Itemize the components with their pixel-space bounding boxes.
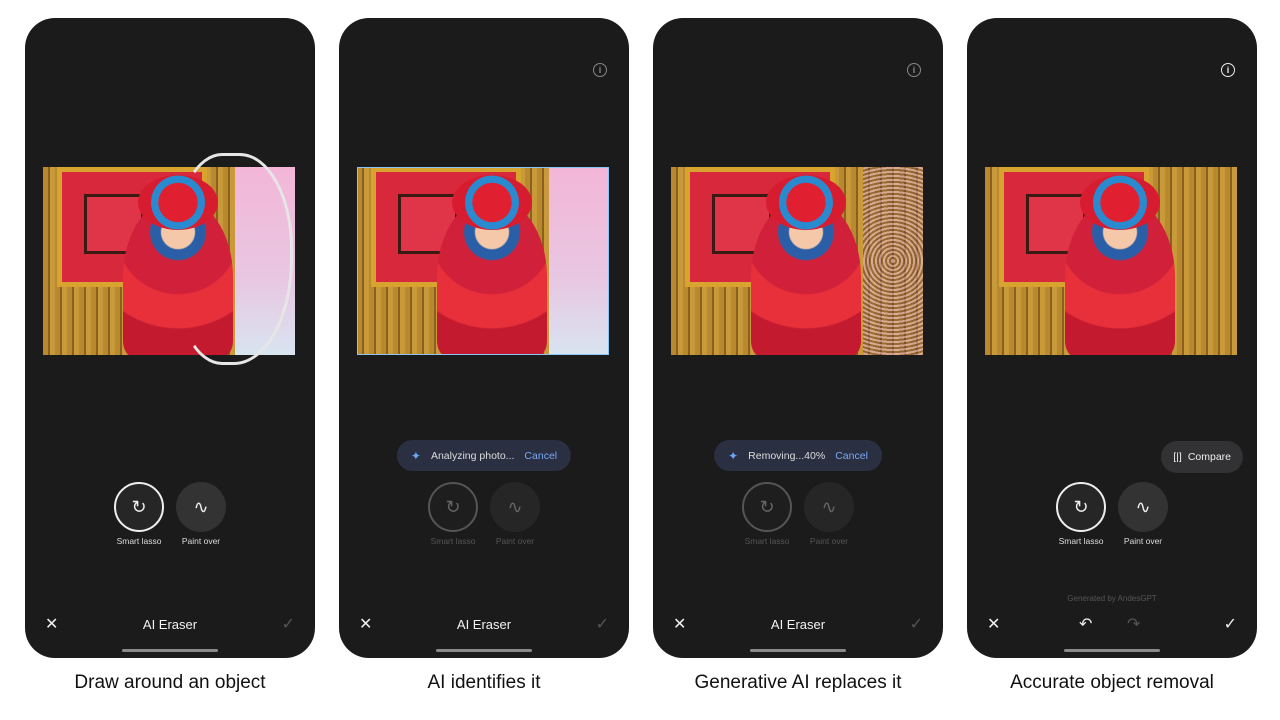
tool-selector: ↻ Smart lasso ∿ Paint over xyxy=(967,482,1257,546)
bottom-bar: ✕ AI Eraser ✓ xyxy=(339,614,629,638)
sparkle-icon: ✦ xyxy=(728,448,739,463)
smart-lasso-icon[interactable]: ↻ xyxy=(114,482,164,532)
screen-title: AI Eraser xyxy=(142,617,198,632)
paint-over-icon[interactable]: ∿ xyxy=(176,482,226,532)
confirm-check-icon[interactable]: ✓ xyxy=(596,614,609,634)
photo[interactable] xyxy=(357,167,609,355)
close-icon[interactable]: ✕ xyxy=(987,614,1000,634)
tool-paint-over[interactable]: ∿ Paint over xyxy=(1118,482,1168,546)
photo[interactable] xyxy=(671,167,923,355)
tool-paint-over[interactable]: ∿ Paint over xyxy=(804,482,854,546)
tool-label: Paint over xyxy=(495,536,535,546)
sparkle-icon: ✦ xyxy=(410,448,421,463)
tool-label: Paint over xyxy=(809,536,849,546)
screen-title: AI Eraser xyxy=(770,617,826,632)
photo-headdress xyxy=(766,175,846,230)
lasso-stroke xyxy=(175,153,293,365)
home-indicator[interactable] xyxy=(436,649,532,652)
tool-paint-over[interactable]: ∿ Paint over xyxy=(176,482,226,546)
tool-selector: ↻ Smart lasso ∿ Paint over xyxy=(653,482,943,546)
smart-lasso-icon[interactable]: ↻ xyxy=(428,482,478,532)
status-text: Removing...40% xyxy=(748,449,826,462)
selection-outline xyxy=(357,167,609,355)
status-text: Analyzing photo... xyxy=(430,449,515,462)
bottom-bar: ✕ AI Eraser ✓ xyxy=(25,614,315,638)
smart-lasso-icon[interactable]: ↻ xyxy=(742,482,792,532)
generated-by-note: Generated by AndesGPT xyxy=(1067,594,1157,603)
tool-label: Paint over xyxy=(181,536,221,546)
step-caption: Draw around an object xyxy=(74,672,266,693)
tool-paint-over[interactable]: ∿ Paint over xyxy=(490,482,540,546)
tool-smart-lasso[interactable]: ↻ Smart lasso xyxy=(114,482,164,546)
photo-headdress xyxy=(1080,175,1160,230)
smart-lasso-icon[interactable]: ↻ xyxy=(1056,482,1106,532)
phone-screen: i ✦ Removing...40% Cancel ↻ Smart lasso ∿ Paint… xyxy=(653,18,943,658)
paint-over-icon[interactable]: ∿ xyxy=(1118,482,1168,532)
phone-screen: ↻ Smart lasso ∿ Paint over ✕ AI Eraser ✓ xyxy=(25,18,315,658)
confirm-check-icon[interactable]: ✓ xyxy=(1224,614,1237,634)
confirm-check-icon[interactable]: ✓ xyxy=(282,614,295,634)
home-indicator[interactable] xyxy=(750,649,846,652)
paint-over-icon[interactable]: ∿ xyxy=(490,482,540,532)
tool-selector: ↻ Smart lasso ∿ Paint over xyxy=(339,482,629,546)
info-icon[interactable]: i xyxy=(907,63,921,77)
tool-smart-lasso[interactable]: ↻ Smart lasso xyxy=(1056,482,1106,546)
phone-screen: i ✦ Analyzing photo... Cancel ↻ Smart lasso ∿ P… xyxy=(339,18,629,658)
photo-target-object xyxy=(863,167,923,355)
step-caption: Accurate object removal xyxy=(1010,672,1214,693)
bottom-bar: ✕ AI Eraser ✓ xyxy=(653,614,943,638)
status-pill: ✦ Analyzing photo... Cancel xyxy=(396,440,572,471)
step-caption: Generative AI replaces it xyxy=(694,672,902,693)
cancel-button[interactable]: Cancel xyxy=(524,450,557,462)
tool-smart-lasso[interactable]: ↻ Smart lasso xyxy=(742,482,792,546)
cancel-button[interactable]: Cancel xyxy=(835,450,868,462)
tool-selector: ↻ Smart lasso ∿ Paint over xyxy=(25,482,315,546)
tool-smart-lasso[interactable]: ↻ Smart lasso xyxy=(428,482,478,546)
compare-icon: [|] xyxy=(1173,451,1182,463)
undo-icon[interactable]: ↶ xyxy=(1079,614,1092,634)
home-indicator[interactable] xyxy=(122,649,218,652)
tool-label: Paint over xyxy=(1123,536,1163,546)
compare-button[interactable]: [|] Compare xyxy=(1161,441,1243,473)
screen-title: AI Eraser xyxy=(456,617,512,632)
info-icon[interactable]: i xyxy=(1221,63,1235,77)
bottom-bar: ✕ ↶ ↷ ✓ xyxy=(967,614,1257,638)
status-pill: ✦ Removing...40% Cancel xyxy=(714,440,882,471)
step-caption: AI identifies it xyxy=(427,672,541,693)
paint-over-icon[interactable]: ∿ xyxy=(804,482,854,532)
photo[interactable] xyxy=(985,167,1237,355)
confirm-check-icon[interactable]: ✓ xyxy=(910,614,923,634)
redo-icon[interactable]: ↷ xyxy=(1127,614,1140,634)
info-icon[interactable]: i xyxy=(593,63,607,77)
phone-screen: i [|] Compare ↻ Smart lasso ∿ Paint over Genera… xyxy=(967,18,1257,658)
home-indicator[interactable] xyxy=(1064,649,1160,652)
